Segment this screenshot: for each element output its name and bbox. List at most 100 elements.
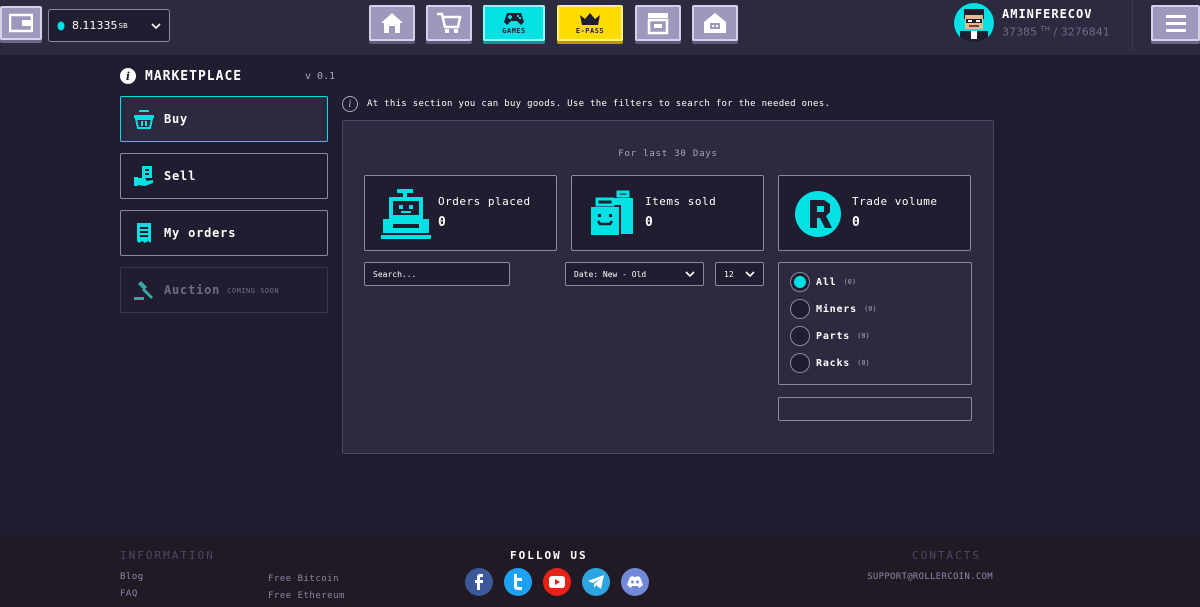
discord-icon[interactable] xyxy=(621,568,649,596)
store-icon xyxy=(647,13,669,35)
nav-room-button[interactable] xyxy=(692,5,738,41)
section-hint: i At this section you can buy goods. Use… xyxy=(342,96,830,112)
coming-soon-badge: COMING SOON xyxy=(227,287,280,295)
per-page-value: 12 xyxy=(724,269,734,279)
stat-label: Trade volume xyxy=(852,195,938,208)
power-total: / 3276841 xyxy=(1053,25,1110,39)
sort-value: Date: New - Old xyxy=(574,269,647,279)
twitter-icon[interactable] xyxy=(504,568,532,596)
sidebar-item-auction: Auction COMING SOON xyxy=(120,267,328,313)
balance-value: 8.11335 xyxy=(72,19,118,32)
page-title: MARKETPLACE xyxy=(145,68,243,84)
power-unit: TH xyxy=(1040,25,1051,33)
menu-button[interactable] xyxy=(1151,5,1200,41)
avatar-pixel-icon xyxy=(960,9,988,43)
house-room-icon xyxy=(704,13,726,33)
filter-label: Miners xyxy=(816,303,857,315)
information-heading: INFORMATION xyxy=(120,549,215,562)
sidebar-item-buy[interactable]: Buy xyxy=(120,96,328,142)
marketplace-panel: For last 30 Days Orders placed 0 Items s… xyxy=(342,120,994,454)
sort-select[interactable]: Date: New - Old xyxy=(565,262,704,286)
chevron-down-icon xyxy=(685,271,695,277)
filter-label: All xyxy=(816,276,837,288)
rollercoin-icon xyxy=(795,191,841,237)
footer: INFORMATION Blog FAQ Free Bitcoin Free E… xyxy=(0,535,1200,607)
crown-icon xyxy=(580,12,600,25)
youtube-icon[interactable] xyxy=(543,568,571,596)
home-icon xyxy=(381,13,403,33)
marketplace-heading: i MARKETPLACE xyxy=(120,68,242,84)
contact-email-link[interactable]: SUPPORT@ROLLERCOIN.COM xyxy=(867,572,993,582)
sidebar-item-label: Sell xyxy=(164,169,197,183)
follow-us-heading: FOLLOW US xyxy=(510,549,588,562)
hint-text: At this section you can buy goods. Use t… xyxy=(367,99,831,109)
nav-marketplace-button[interactable] xyxy=(426,5,472,41)
nav-epass-label: E-PASS xyxy=(575,26,605,35)
wallet-icon xyxy=(9,13,33,33)
filter-count: (0) xyxy=(857,359,870,367)
balance-selector[interactable]: 8.11335 SB xyxy=(48,9,170,42)
filter-count: (0) xyxy=(843,278,857,286)
hand-money-icon xyxy=(133,165,155,187)
nav-games-label: GAMES xyxy=(502,26,526,35)
sidebar-item-sell[interactable]: Sell xyxy=(120,153,328,199)
filter-label: Parts xyxy=(816,330,851,342)
gavel-icon xyxy=(133,279,155,301)
top-header: 8.11335 SB GAMES E-PASS AMINFERECOV 3738… xyxy=(0,0,1200,55)
footer-link-faq[interactable]: FAQ xyxy=(120,589,138,599)
filter-option-all[interactable]: All (0) xyxy=(790,272,856,292)
username: AMINFERECOV xyxy=(1002,7,1093,21)
filter-option-racks[interactable]: Racks (0) xyxy=(790,353,870,373)
avatar[interactable] xyxy=(954,3,994,43)
stat-label: Items sold xyxy=(645,195,717,208)
stat-label: Orders placed xyxy=(438,195,531,208)
stat-trade-volume: Trade volume 0 xyxy=(778,175,971,251)
radio-button[interactable] xyxy=(790,326,810,346)
cart-icon xyxy=(437,12,462,33)
filter-count: (0) xyxy=(863,305,877,313)
sidebar-item-label: Auction xyxy=(164,283,221,297)
filter-count: (0) xyxy=(857,332,870,340)
info-icon: i xyxy=(342,96,358,112)
basket-icon xyxy=(133,108,155,130)
stat-value: 0 xyxy=(852,215,860,230)
power-value: 37385 xyxy=(1002,25,1037,39)
mining-power: 37385 TH / 3276841 xyxy=(1002,25,1110,39)
category-filter: All (0) Miners (0) Parts (0) Racks (0) xyxy=(778,262,972,385)
stat-items-sold: Items sold 0 xyxy=(571,175,764,251)
chevron-down-icon xyxy=(745,271,755,277)
price-filter-input[interactable] xyxy=(778,397,972,421)
stats-title: For last 30 Days xyxy=(618,149,718,159)
nav-games-button[interactable]: GAMES xyxy=(483,5,545,41)
sidebar-item-my-orders[interactable]: My orders xyxy=(120,210,328,256)
footer-link-free-ethereum[interactable]: Free Ethereum xyxy=(268,591,345,601)
telegram-icon[interactable] xyxy=(582,568,610,596)
nav-store-button[interactable] xyxy=(635,5,681,41)
info-icon[interactable]: i xyxy=(120,68,136,84)
gamepad-icon xyxy=(504,12,524,25)
filter-option-miners[interactable]: Miners (0) xyxy=(790,299,877,319)
filter-label: Racks xyxy=(816,357,851,369)
nav-epass-button[interactable]: E-PASS xyxy=(557,5,623,41)
sidebar-item-label: My orders xyxy=(164,226,237,240)
receipt-icon xyxy=(133,222,155,244)
balance-unit: SB xyxy=(118,21,128,30)
shopping-bags-icon xyxy=(589,190,633,237)
per-page-select[interactable]: 12 xyxy=(715,262,764,286)
stat-orders-placed: Orders placed 0 xyxy=(364,175,557,251)
contacts-heading: CONTACTS xyxy=(912,549,981,562)
wallet-button[interactable] xyxy=(0,6,42,40)
stat-value: 0 xyxy=(645,215,653,230)
header-divider xyxy=(1132,0,1133,50)
radio-button[interactable] xyxy=(790,299,810,319)
filter-option-parts[interactable]: Parts (0) xyxy=(790,326,870,346)
stat-value: 0 xyxy=(438,215,446,230)
footer-link-blog[interactable]: Blog xyxy=(120,572,144,582)
facebook-icon[interactable] xyxy=(465,568,493,596)
sidebar-item-label: Buy xyxy=(164,112,189,126)
search-input[interactable] xyxy=(364,262,510,286)
nav-home-button[interactable] xyxy=(369,5,415,41)
radio-button[interactable] xyxy=(790,272,810,292)
radio-button[interactable] xyxy=(790,353,810,373)
footer-link-free-bitcoin[interactable]: Free Bitcoin xyxy=(268,574,339,584)
